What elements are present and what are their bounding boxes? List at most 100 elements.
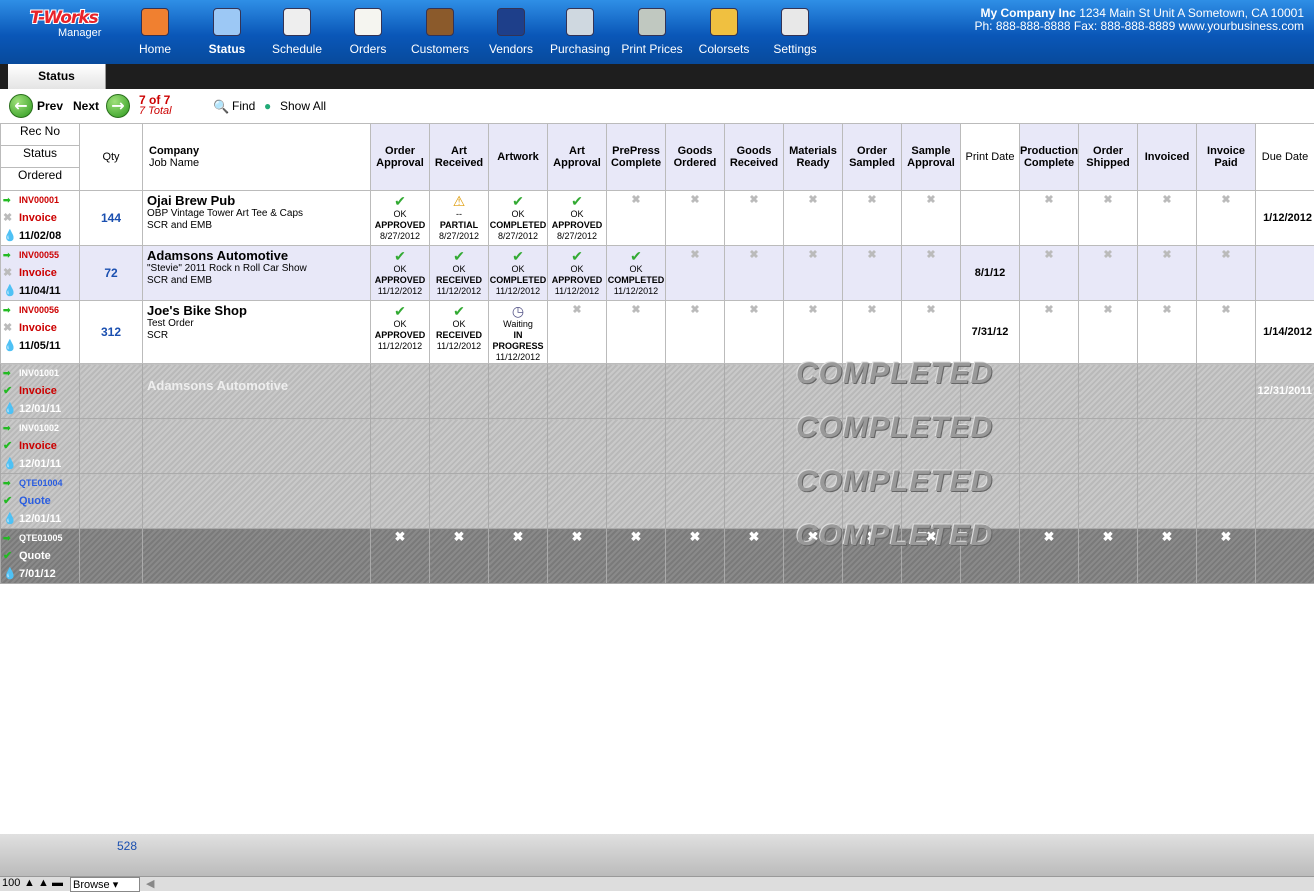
table-row[interactable]: ➡QTE01005✔Quote💧7/01/12✖✖✖✖✖✖✖✖✖✖✖✖✖✖: [1, 529, 1314, 584]
company-cell[interactable]: Joe's Bike ShopTest OrderSCR: [143, 301, 371, 364]
status-cell[interactable]: ✖: [1020, 191, 1079, 246]
status-cell[interactable]: [548, 474, 607, 529]
header-col[interactable]: Goods Ordered: [666, 124, 725, 191]
status-cell[interactable]: [489, 364, 548, 419]
arrow-right-icon[interactable]: ➡: [3, 474, 19, 492]
zoom-out-icon[interactable]: ▲: [24, 877, 35, 889]
status-cell[interactable]: ✖: [843, 301, 902, 364]
company-cell[interactable]: Ojai Brew PubOBP Vintage Tower Art Tee &…: [143, 191, 371, 246]
status-cell[interactable]: ✖: [1138, 191, 1197, 246]
status-cell[interactable]: ✔OKAPPROVED8/27/2012: [371, 191, 430, 246]
header-col[interactable]: Order Sampled: [843, 124, 902, 191]
header-col[interactable]: Art Approval: [548, 124, 607, 191]
status-cell[interactable]: [666, 474, 725, 529]
status-cell[interactable]: [1079, 419, 1138, 474]
layout-icon[interactable]: ▬: [52, 877, 63, 889]
header-col[interactable]: Sample Approval: [902, 124, 961, 191]
table-row[interactable]: ➡INV00056✖Invoice💧11/05/11312Joe's Bike …: [1, 301, 1314, 364]
status-cell[interactable]: ✖: [725, 246, 784, 301]
status-cell[interactable]: [607, 474, 666, 529]
mode-select[interactable]: Browse ▾: [70, 877, 140, 892]
status-cell[interactable]: [430, 364, 489, 419]
status-cell[interactable]: ✔OKAPPROVED11/12/2012: [371, 301, 430, 364]
status-cell[interactable]: ◷WaitingIN PROGRESS11/12/2012: [489, 301, 548, 364]
status-cell[interactable]: ✖: [607, 529, 666, 584]
header-col[interactable]: Order Shipped: [1079, 124, 1138, 191]
status-cell[interactable]: ✔OKCOMPLETED11/12/2012: [489, 246, 548, 301]
status-cell[interactable]: ✖: [843, 246, 902, 301]
status-cell[interactable]: ✖: [1079, 191, 1138, 246]
company-cell[interactable]: [143, 474, 371, 529]
header-company[interactable]: Company Job Name: [143, 124, 371, 191]
company-cell[interactable]: Adamsons Automotive: [143, 364, 371, 419]
status-cell[interactable]: [1020, 364, 1079, 419]
status-cell[interactable]: ✖: [902, 191, 961, 246]
header-col[interactable]: PrePress Complete: [607, 124, 666, 191]
nav-schedule[interactable]: Schedule: [262, 6, 332, 56]
status-cell[interactable]: [1138, 364, 1197, 419]
status-cell[interactable]: ✖: [1197, 301, 1256, 364]
arrow-right-icon[interactable]: ➡: [3, 419, 19, 437]
status-cell[interactable]: ✔OKRECEIVED11/12/2012: [430, 246, 489, 301]
tab-status[interactable]: Status: [8, 64, 106, 89]
nav-orders[interactable]: Orders: [333, 6, 403, 56]
status-cell[interactable]: ✔OKAPPROVED8/27/2012: [548, 191, 607, 246]
table-row[interactable]: ➡INV00055✖Invoice💧11/04/1172Adamsons Aut…: [1, 246, 1314, 301]
zoom-in-icon[interactable]: ▲: [38, 877, 49, 889]
status-cell[interactable]: ✔OKAPPROVED11/12/2012: [371, 246, 430, 301]
table-row[interactable]: ➡INV01001✔Invoice💧12/01/11Adamsons Autom…: [1, 364, 1314, 419]
status-cell[interactable]: ✖: [607, 191, 666, 246]
header-qty[interactable]: Qty: [80, 124, 143, 191]
status-cell[interactable]: ✖: [1197, 191, 1256, 246]
status-cell[interactable]: [1079, 364, 1138, 419]
prev-arrow-icon[interactable]: ←: [9, 94, 33, 118]
globe-icon[interactable]: ●: [264, 99, 271, 113]
nav-home[interactable]: Home: [120, 6, 190, 56]
status-cell[interactable]: ✖: [666, 191, 725, 246]
status-cell[interactable]: [1197, 364, 1256, 419]
status-cell[interactable]: [666, 419, 725, 474]
status-cell[interactable]: [725, 364, 784, 419]
status-cell[interactable]: ✖: [1197, 246, 1256, 301]
status-cell[interactable]: ✖: [725, 301, 784, 364]
status-cell[interactable]: [1020, 474, 1079, 529]
rec-no[interactable]: QTE01004: [19, 478, 63, 488]
next-button[interactable]: Next: [73, 99, 99, 113]
status-cell[interactable]: [1020, 419, 1079, 474]
header-col[interactable]: Artwork: [489, 124, 548, 191]
status-cell[interactable]: ✔OKAPPROVED11/12/2012: [548, 246, 607, 301]
status-cell[interactable]: ✖: [902, 301, 961, 364]
status-cell[interactable]: ✖: [548, 301, 607, 364]
status-cell[interactable]: [371, 364, 430, 419]
status-cell[interactable]: ✖: [1079, 246, 1138, 301]
company-cell[interactable]: Adamsons Automotive"Stevie" 2011 Rock n …: [143, 246, 371, 301]
rec-no[interactable]: QTE01005: [19, 533, 63, 543]
status-cell[interactable]: ✖: [1079, 301, 1138, 364]
status-cell[interactable]: ✖: [784, 191, 843, 246]
header-col[interactable]: Production Complete: [1020, 124, 1079, 191]
status-cell[interactable]: [489, 474, 548, 529]
status-cell[interactable]: ✖: [548, 529, 607, 584]
find-button[interactable]: Find: [232, 99, 255, 113]
status-cell[interactable]: ✖: [1138, 301, 1197, 364]
status-cell[interactable]: [1079, 474, 1138, 529]
status-cell[interactable]: ✖: [1020, 301, 1079, 364]
status-cell[interactable]: [666, 364, 725, 419]
nav-settings[interactable]: Settings: [760, 6, 830, 56]
company-cell[interactable]: [143, 529, 371, 584]
status-cell[interactable]: ✖: [666, 246, 725, 301]
status-cell[interactable]: [430, 419, 489, 474]
header-col[interactable]: Invoice Paid: [1197, 124, 1256, 191]
status-cell[interactable]: ✔OKCOMPLETED11/12/2012: [607, 246, 666, 301]
status-cell[interactable]: ✖: [666, 301, 725, 364]
arrow-right-icon[interactable]: ➡: [3, 191, 19, 209]
status-cell[interactable]: [371, 419, 430, 474]
status-cell[interactable]: ✖: [1197, 529, 1256, 584]
header-col[interactable]: Print Date: [961, 124, 1020, 191]
status-cell[interactable]: [607, 419, 666, 474]
status-cell[interactable]: ✖: [1020, 246, 1079, 301]
table-row[interactable]: ➡QTE01004✔Quote💧12/01/11: [1, 474, 1314, 529]
status-cell[interactable]: [725, 474, 784, 529]
status-cell[interactable]: ✖: [430, 529, 489, 584]
header-col[interactable]: Materials Ready: [784, 124, 843, 191]
